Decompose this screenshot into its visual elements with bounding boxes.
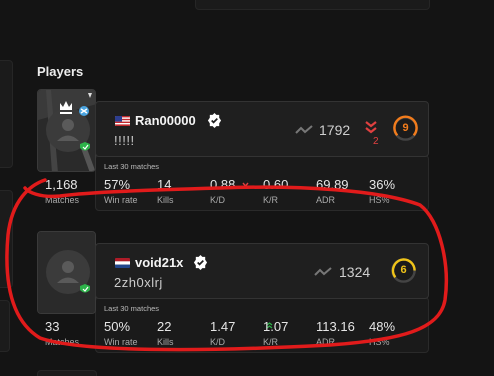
adr-label: ADR	[316, 195, 336, 205]
kd-label: K/D	[210, 195, 226, 205]
winrate-label: Win rate	[104, 337, 138, 347]
kr-label: K/R	[263, 337, 279, 347]
last-30-label: Last 30 matches	[104, 162, 160, 171]
trend-line-icon	[295, 125, 313, 134]
hs-label: HS%	[369, 195, 390, 205]
player-card[interactable]: Ran00000 !!!!! 1792 2 9 Last 30 matches …	[37, 89, 429, 213]
left-panel-fragment	[0, 60, 13, 168]
kr-value: 0.60	[263, 177, 289, 192]
elo-value: 1792	[319, 122, 351, 138]
kd-value: 1.47	[210, 319, 236, 334]
kd-label: K/D	[210, 337, 226, 347]
left-panel-fragment	[0, 190, 13, 288]
winrate-value: 57%	[104, 177, 131, 192]
kr-value: 1.07	[263, 319, 289, 334]
next-card-fragment	[37, 370, 97, 376]
verified-icon	[207, 113, 222, 128]
adr-value: 69.89	[316, 177, 349, 192]
kills-label: Kills	[157, 195, 174, 205]
player-name[interactable]: void21x	[135, 255, 183, 270]
left-panel-fragment	[0, 300, 10, 352]
avatar-image	[38, 232, 95, 313]
hs-value: 36%	[369, 177, 396, 192]
kr-label: K/R	[263, 195, 279, 205]
player-subtitle: 2zh0xlrj	[114, 275, 163, 290]
kills-value: 22	[157, 319, 172, 334]
skill-level-value: 6	[400, 264, 407, 276]
player-name[interactable]: Ran00000	[135, 113, 196, 128]
section-title: Players	[37, 64, 84, 79]
us-flag-icon	[115, 116, 130, 126]
player-header[interactable]: Ran00000 !!!!! 1792 2 9	[95, 101, 429, 157]
winrate-value: 50%	[104, 319, 131, 334]
top-bar-fragment	[195, 0, 430, 10]
player-header[interactable]: void21x 2zh0xlrj 1324 6	[95, 243, 429, 299]
skill-level-value: 9	[402, 122, 409, 134]
matches-label: Matches	[45, 195, 80, 205]
avatar-image	[38, 90, 95, 171]
trend-line-icon	[314, 267, 332, 276]
kills-value: 14	[157, 177, 172, 192]
elo-down-chevron-icon	[365, 121, 377, 134]
matches-value: 33	[45, 319, 60, 334]
player-subtitle: !!!!!	[114, 133, 135, 148]
hs-value: 48%	[369, 319, 396, 334]
verified-icon	[193, 255, 208, 270]
last-30-label: Last 30 matches	[104, 304, 160, 313]
elo-change: 2	[373, 136, 379, 147]
player-avatar[interactable]	[37, 231, 96, 314]
matches-value: 1,168	[45, 177, 78, 192]
adr-value: 113.16	[316, 319, 355, 334]
nl-flag-icon	[115, 258, 130, 268]
kills-label: Kills	[157, 337, 174, 347]
winrate-label: Win rate	[104, 195, 138, 205]
hs-label: HS%	[369, 337, 390, 347]
kd-value: 0.88	[210, 177, 236, 192]
matches-label: Matches	[45, 337, 80, 347]
elo-value: 1324	[339, 264, 371, 280]
players-panel: Players Ran00000 !!!!! 1792 2 9 Last 30 …	[0, 0, 494, 376]
player-avatar[interactable]	[37, 89, 96, 172]
adr-label: ADR	[316, 337, 336, 347]
kd-down-icon	[242, 182, 249, 187]
player-card[interactable]: void21x 2zh0xlrj 1324 6 Last 30 matches …	[37, 231, 429, 355]
